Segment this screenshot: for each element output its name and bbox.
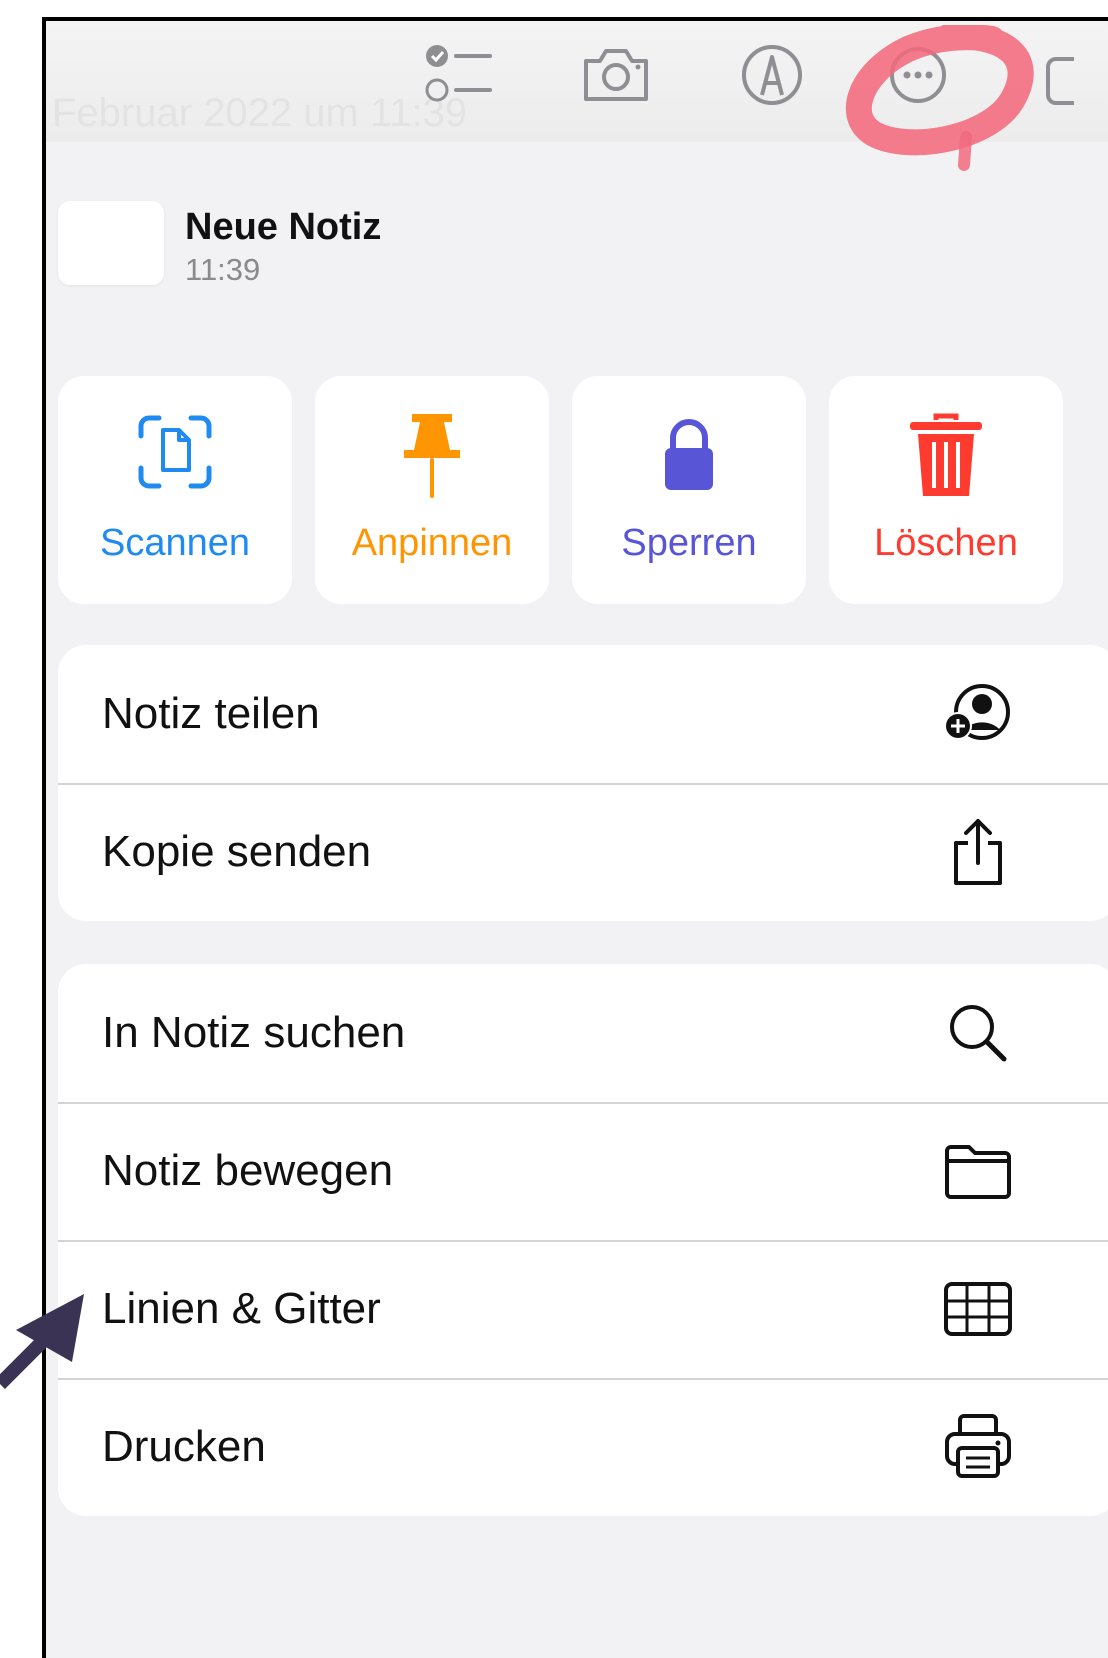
search-icon xyxy=(938,998,1018,1068)
delete-button[interactable]: Löschen xyxy=(829,376,1063,604)
note-date-faded: Februar 2022 um 11:39 xyxy=(52,91,468,135)
pin-label: Anpinnen xyxy=(351,522,513,564)
camera-icon[interactable] xyxy=(580,43,652,103)
menu-group-options: In Notiz suchen Notiz bewegen Linien & G… xyxy=(58,964,1108,1516)
menu-item-label: Notiz teilen xyxy=(102,689,320,738)
share-icon xyxy=(938,817,1018,887)
trash-icon xyxy=(829,412,1063,500)
toolbar: Februar 2022 um 11:39 xyxy=(46,21,1108,171)
notes-window: Februar 2022 um 11:39 Neue Notiz 11:39 S… xyxy=(42,17,1108,1658)
menu-item-find-in-note[interactable]: In Notiz suchen xyxy=(58,964,1108,1102)
pin-icon xyxy=(315,412,549,504)
grid-icon xyxy=(938,1274,1018,1344)
scan-icon xyxy=(58,412,292,492)
note-title: Neue Notiz xyxy=(185,206,382,248)
delete-label: Löschen xyxy=(874,522,1018,564)
lock-button[interactable]: Sperren xyxy=(572,376,806,604)
menu-item-send-copy[interactable]: Kopie senden xyxy=(58,783,1108,921)
folder-icon xyxy=(938,1136,1018,1206)
lock-icon xyxy=(572,412,806,496)
menu-item-lines-grids[interactable]: Linien & Gitter xyxy=(58,1240,1108,1378)
menu-group-share: Notiz teilen Kopie senden xyxy=(58,645,1108,921)
printer-icon xyxy=(938,1412,1018,1482)
note-thumbnail xyxy=(58,201,164,285)
checklist-icon[interactable] xyxy=(424,43,494,105)
menu-item-label: Linien & Gitter xyxy=(102,1284,381,1333)
lock-label: Sperren xyxy=(621,522,757,564)
share-person-icon xyxy=(938,679,1018,749)
menu-item-label: In Notiz suchen xyxy=(102,1008,406,1057)
compose-icon[interactable] xyxy=(1046,43,1076,107)
menu-item-print[interactable]: Drucken xyxy=(58,1378,1108,1516)
scan-button[interactable]: Scannen xyxy=(58,376,292,604)
menu-item-label: Kopie senden xyxy=(102,827,372,876)
menu-item-label: Notiz bewegen xyxy=(102,1146,394,1195)
scan-label: Scannen xyxy=(99,522,250,564)
highlight-circle-annotation xyxy=(836,23,1046,190)
menu-item-label: Drucken xyxy=(102,1422,266,1471)
note-time: 11:39 xyxy=(185,252,261,287)
markup-icon[interactable] xyxy=(740,43,804,107)
arrow-annotation xyxy=(0,1290,90,1395)
menu-item-move-note[interactable]: Notiz bewegen xyxy=(58,1102,1108,1240)
pin-button[interactable]: Anpinnen xyxy=(315,376,549,604)
menu-item-share-note[interactable]: Notiz teilen xyxy=(58,645,1108,783)
